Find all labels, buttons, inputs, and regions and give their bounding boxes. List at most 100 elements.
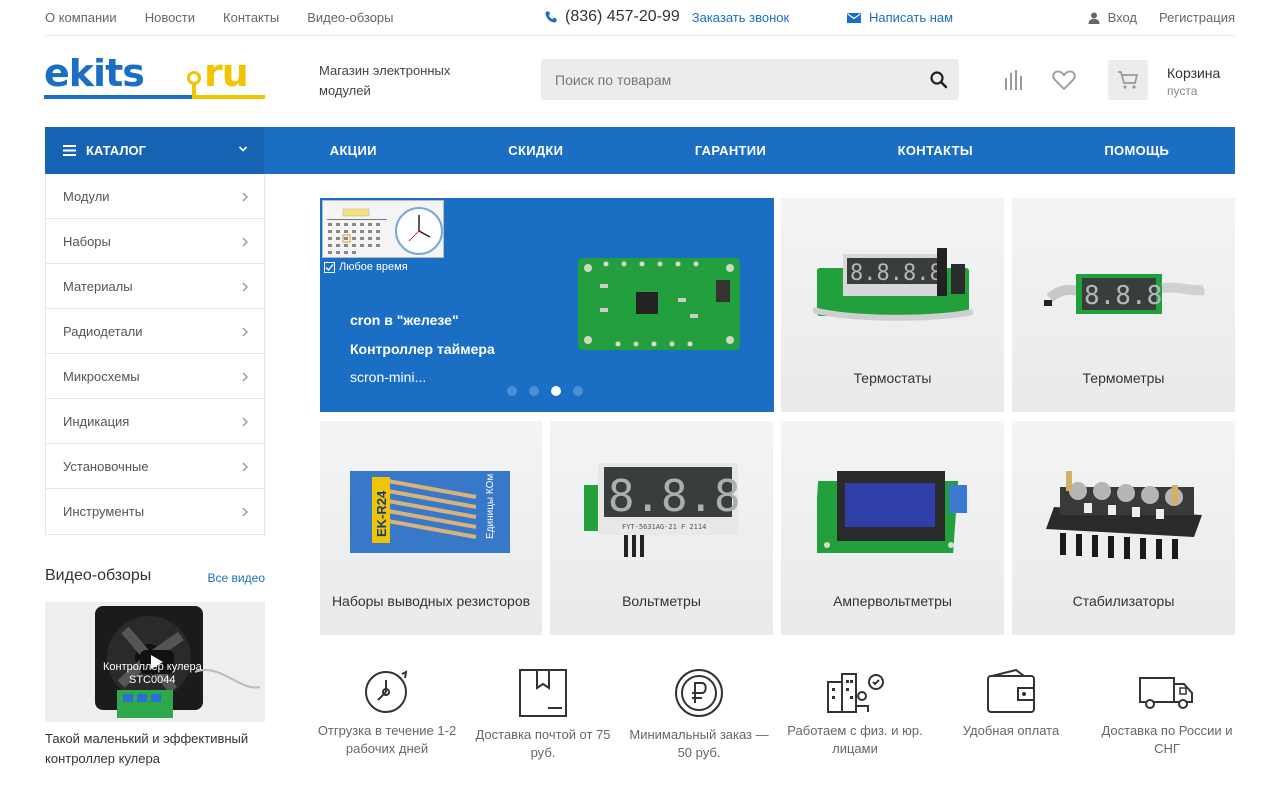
sidebar-item-indication[interactable]: Индикация	[46, 399, 264, 444]
svg-text:ekits: ekits	[44, 58, 144, 95]
svg-text:8.8.8: 8.8.8	[608, 471, 740, 522]
feature-text: Работаем с физ. и юр. лицами	[787, 723, 923, 756]
truck-icon	[1139, 677, 1193, 709]
callback-link[interactable]: Заказать звонок	[692, 10, 789, 25]
sidebar-item-label: Радиодетали	[63, 323, 143, 339]
category-tile-thermometers[interactable]: 8.8.8 Термометры	[1012, 198, 1235, 412]
svg-text:ru: ru	[204, 58, 248, 95]
feature-text: Доставка по России и СНГ	[1101, 723, 1233, 756]
chevron-right-icon	[242, 192, 248, 202]
sidebar-item-tools[interactable]: Инструменты	[46, 489, 264, 534]
svg-text:EK-R24: EK-R24	[374, 490, 389, 537]
phone-icon	[545, 11, 557, 23]
tile-label: Ампервольтметры	[833, 593, 952, 609]
nav-item-discounts[interactable]: СКИДКИ	[508, 143, 563, 158]
sidebar-item-modules[interactable]: Модули	[46, 174, 264, 219]
sidebar-item-components[interactable]: Радиодетали	[46, 309, 264, 354]
search-box	[541, 59, 959, 100]
svg-text:8.8.8: 8.8.8	[1084, 281, 1162, 311]
feature-delivery-russia: Доставка по России и СНГ	[1097, 668, 1237, 758]
chevron-right-icon	[242, 327, 248, 337]
video-caption[interactable]: Такой маленький и эффективный контроллер…	[45, 729, 270, 769]
sidebar-item-kits[interactable]: Наборы	[46, 219, 264, 264]
promo-banner[interactable]: Любое время cron в "железе" Контроллер т…	[320, 198, 774, 412]
nav-item-help[interactable]: ПОМОЩЬ	[1104, 143, 1169, 158]
login-link[interactable]: Вход	[1108, 10, 1137, 25]
category-tile-resistors[interactable]: EK-R24 Единицы КОм Наборы выводных резис…	[320, 421, 542, 635]
chevron-right-icon	[242, 417, 248, 427]
phone-number[interactable]: (836) 457-20-99	[565, 8, 680, 26]
nav-items: АКЦИИ СКИДКИ ГАРАНТИИ КОНТАКТЫ ПОМОЩЬ	[264, 127, 1235, 174]
chevron-down-icon	[238, 146, 248, 152]
feature-text: Отгрузка в течение 1-2 рабочих дней	[317, 723, 457, 756]
user-icon	[1088, 12, 1100, 24]
search-icon[interactable]	[929, 70, 949, 90]
feature-shipping-time: Отгрузка в течение 1-2 рабочих дней	[317, 668, 457, 758]
slider-dot[interactable]	[507, 386, 517, 396]
sidebar-item-materials[interactable]: Материалы	[46, 264, 264, 309]
cart-status: пуста	[1167, 84, 1198, 98]
tile-label: Стабилизаторы	[1072, 593, 1175, 609]
lcd-meter-image	[817, 471, 967, 553]
catalog-button[interactable]: КАТАЛОГ	[45, 127, 264, 174]
video-preview-image: Контроллер кулера STC0044	[45, 602, 265, 722]
site-logo[interactable]: ekits ru	[44, 58, 268, 106]
top-link-contacts[interactable]: Контакты	[223, 10, 279, 25]
sidebar-item-label: Инструменты	[63, 504, 145, 519]
chevron-right-icon	[242, 507, 248, 517]
nav-item-promos[interactable]: АКЦИИ	[330, 143, 377, 158]
wallet-icon	[987, 668, 1035, 713]
chevron-right-icon	[242, 462, 248, 472]
slider-dot[interactable]	[573, 386, 583, 396]
cart-button[interactable]	[1108, 60, 1148, 100]
banner-line-2: Контроллер таймера	[350, 341, 495, 357]
thermometer-image: 8.8.8	[1044, 274, 1205, 314]
menu-icon	[63, 145, 76, 156]
top-links: О компании Новости Контакты Видео-обзоры	[45, 10, 394, 25]
calendar-widget-image	[322, 200, 444, 258]
tile-label: Термометры	[1082, 370, 1165, 386]
video-thumbnail[interactable]: Контроллер кулера STC0044	[45, 602, 265, 722]
feature-text: Минимальный заказ — 50 руб.	[629, 727, 769, 760]
all-videos-link[interactable]: Все видео	[208, 571, 265, 585]
phone-block: (836) 457-20-99 Заказать звонок	[545, 8, 789, 26]
top-link-about[interactable]: О компании	[45, 10, 117, 25]
thermostat-image: 8.8.8.8	[813, 248, 973, 321]
svg-text:Единицы КОм: Единицы КОм	[485, 474, 496, 539]
heart-icon[interactable]	[1052, 69, 1076, 91]
main-nav: КАТАЛОГ АКЦИИ СКИДКИ ГАРАНТИИ КОНТАКТЫ П…	[45, 127, 1235, 174]
nav-item-warranty[interactable]: ГАРАНТИИ	[695, 143, 766, 158]
compare-icon[interactable]	[1004, 70, 1026, 90]
cart-summary[interactable]: Корзина пуста	[1167, 64, 1220, 100]
slider-dots	[507, 386, 583, 396]
slider-dot[interactable]	[529, 386, 539, 396]
category-tile-amperevoltmeters[interactable]: Ампервольтметры	[781, 421, 1004, 635]
top-link-videos[interactable]: Видео-обзоры	[307, 10, 393, 25]
sidebar-item-ics[interactable]: Микросхемы	[46, 354, 264, 399]
sidebar-item-label: Модули	[63, 188, 110, 204]
feature-payment: Удобная оплата	[941, 668, 1081, 740]
sidebar-item-label: Индикация	[63, 413, 130, 429]
feature-min-order: Минимальный заказ — 50 руб.	[629, 668, 769, 762]
voltmeter-image: 8.8.8 FYT-5631AG-21 F 2114	[584, 463, 740, 557]
register-link[interactable]: Регистрация	[1159, 10, 1235, 25]
sidebar-item-label: Микросхемы	[63, 368, 140, 384]
chevron-right-icon	[242, 237, 248, 247]
feature-entities: Работаем с физ. и юр. лицами	[785, 668, 925, 758]
write-us-link[interactable]: Написать нам	[847, 10, 953, 25]
nav-item-contacts[interactable]: КОНТАКТЫ	[898, 143, 973, 158]
category-tile-thermostats[interactable]: 8.8.8.8 Термостаты	[781, 198, 1004, 412]
auth-links: Вход Регистрация	[1088, 10, 1235, 25]
clock-icon	[365, 670, 408, 713]
calendar-label-text: Любое время	[339, 261, 408, 273]
top-link-news[interactable]: Новости	[145, 10, 195, 25]
category-tile-voltmeters[interactable]: 8.8.8 FYT-5631AG-21 F 2114 Вольтметры	[550, 421, 773, 635]
category-tile-stabilizers[interactable]: Стабилизаторы	[1012, 421, 1235, 635]
catalog-label: КАТАЛОГ	[86, 143, 146, 158]
sidebar-item-mounting[interactable]: Установочные	[46, 444, 264, 489]
svg-text:Контроллер кулера: Контроллер кулера	[103, 661, 203, 673]
top-bar: О компании Новости Контакты Видео-обзоры…	[45, 0, 1235, 36]
resistor-kit-image: EK-R24 Единицы КОм	[350, 471, 510, 553]
slider-dot-active[interactable]	[551, 386, 561, 396]
search-input[interactable]	[541, 59, 921, 100]
